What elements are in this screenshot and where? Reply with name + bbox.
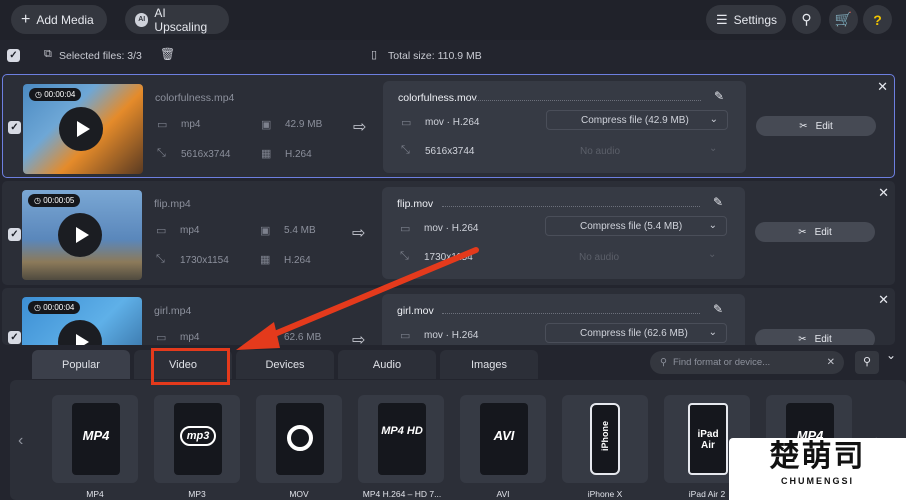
annotation-arrow (236, 247, 479, 350)
arrow-head (236, 322, 280, 350)
watermark-text: CHUMENGSI (780, 476, 854, 486)
watermark-logo: 楚萌司 (769, 439, 866, 474)
watermark: 楚萌司 CHUMENGSI (729, 438, 906, 500)
arrow-shaft (262, 247, 479, 341)
